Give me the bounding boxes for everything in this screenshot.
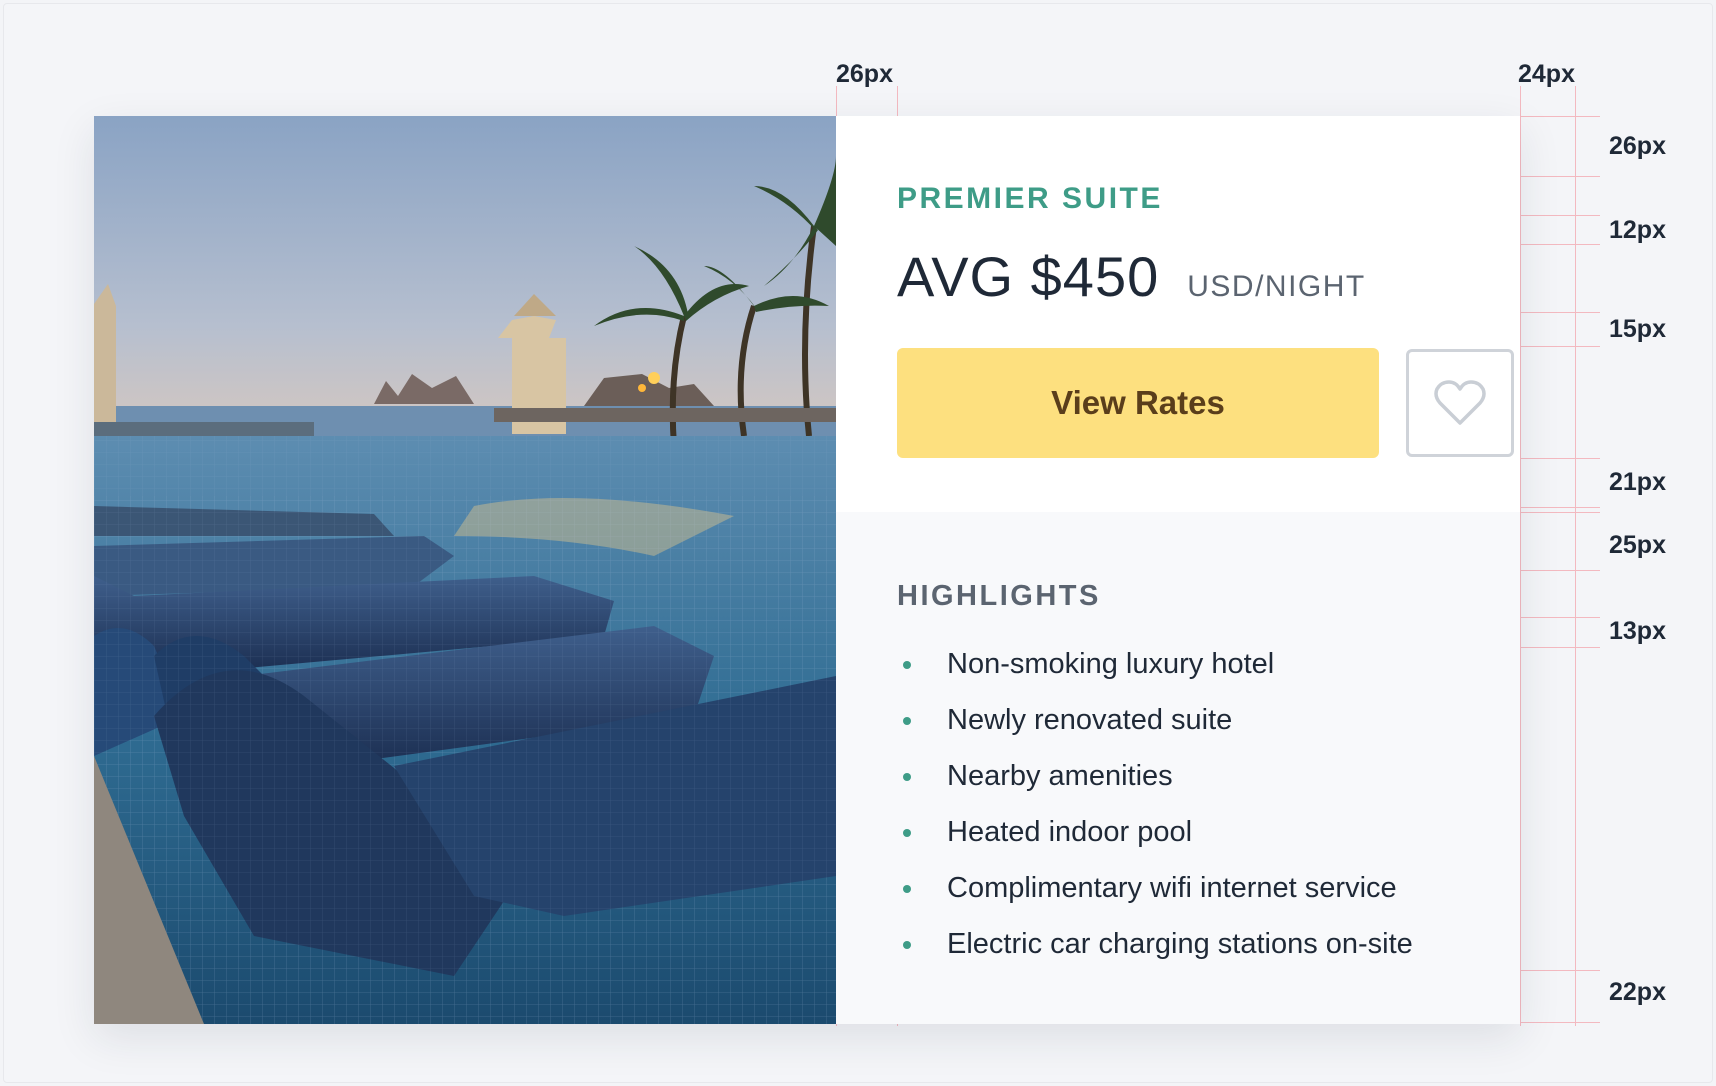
bullet-icon [903,829,911,837]
highlight-item: Heated indoor pool [897,814,1413,870]
annotation-button-gap: 21px [1609,468,1666,496]
bullet-icon [903,773,911,781]
highlight-text: Heated indoor pool [947,816,1193,848]
price-value: AVG $450 [897,245,1160,308]
highlights-heading: HIGHLIGHTS [897,580,1101,612]
highlight-text: Non-smoking luxury hotel [947,648,1275,680]
highlight-item: Nearby amenities [897,758,1413,814]
highlight-text: Complimentary wifi internet service [947,872,1397,904]
highlight-text: Nearby amenities [947,760,1173,792]
bullet-icon [903,717,911,725]
annotation-price-gap: 15px [1609,315,1666,343]
price-row: AVG $450 USD/NIGHT [897,244,1366,309]
guide-card-right [1575,86,1576,1026]
highlight-text: Electric car charging stations on-site [947,928,1413,960]
highlight-item: Complimentary wifi internet service [897,870,1413,926]
highlight-item: Electric car charging stations on-site [897,926,1413,982]
highlights-list: Non-smoking luxury hotel Newly renovated… [897,646,1413,982]
annotation-top-padding: 26px [1609,132,1666,160]
card-content: PREMIER SUITE AVG $450 USD/NIGHT View Ra… [836,116,1520,1024]
view-rates-button[interactable]: View Rates [897,348,1379,458]
annotation-eyebrow-gap: 12px [1609,216,1666,244]
room-type-label: PREMIER SUITE [897,182,1163,215]
highlight-item: Newly renovated suite [897,702,1413,758]
card-header-section: PREMIER SUITE AVG $450 USD/NIGHT View Ra… [836,116,1520,512]
hotel-room-card: PREMIER SUITE AVG $450 USD/NIGHT View Ra… [94,116,1520,1024]
guide-content-right [1520,86,1521,1026]
hotel-pool-photo [94,116,836,1024]
bullet-icon [903,885,911,893]
annotation-right-padding: 24px [1518,60,1575,88]
pool-illustration [94,116,836,1024]
highlight-item: Non-smoking luxury hotel [897,646,1413,702]
annotation-bottom-padding: 22px [1609,978,1666,1006]
heart-outline-icon [1434,380,1486,425]
annotation-section-gap: 25px [1609,531,1666,559]
favorite-button[interactable] [1406,349,1514,457]
highlight-text: Newly renovated suite [947,704,1233,736]
highlights-section: HIGHLIGHTS Non-smoking luxury hotel Newl… [836,512,1520,1024]
annotation-left-padding: 26px [836,60,893,88]
annotation-heading-gap: 13px [1609,617,1666,645]
bullet-icon [903,941,911,949]
price-unit: USD/NIGHT [1187,270,1366,303]
bullet-icon [903,661,911,669]
